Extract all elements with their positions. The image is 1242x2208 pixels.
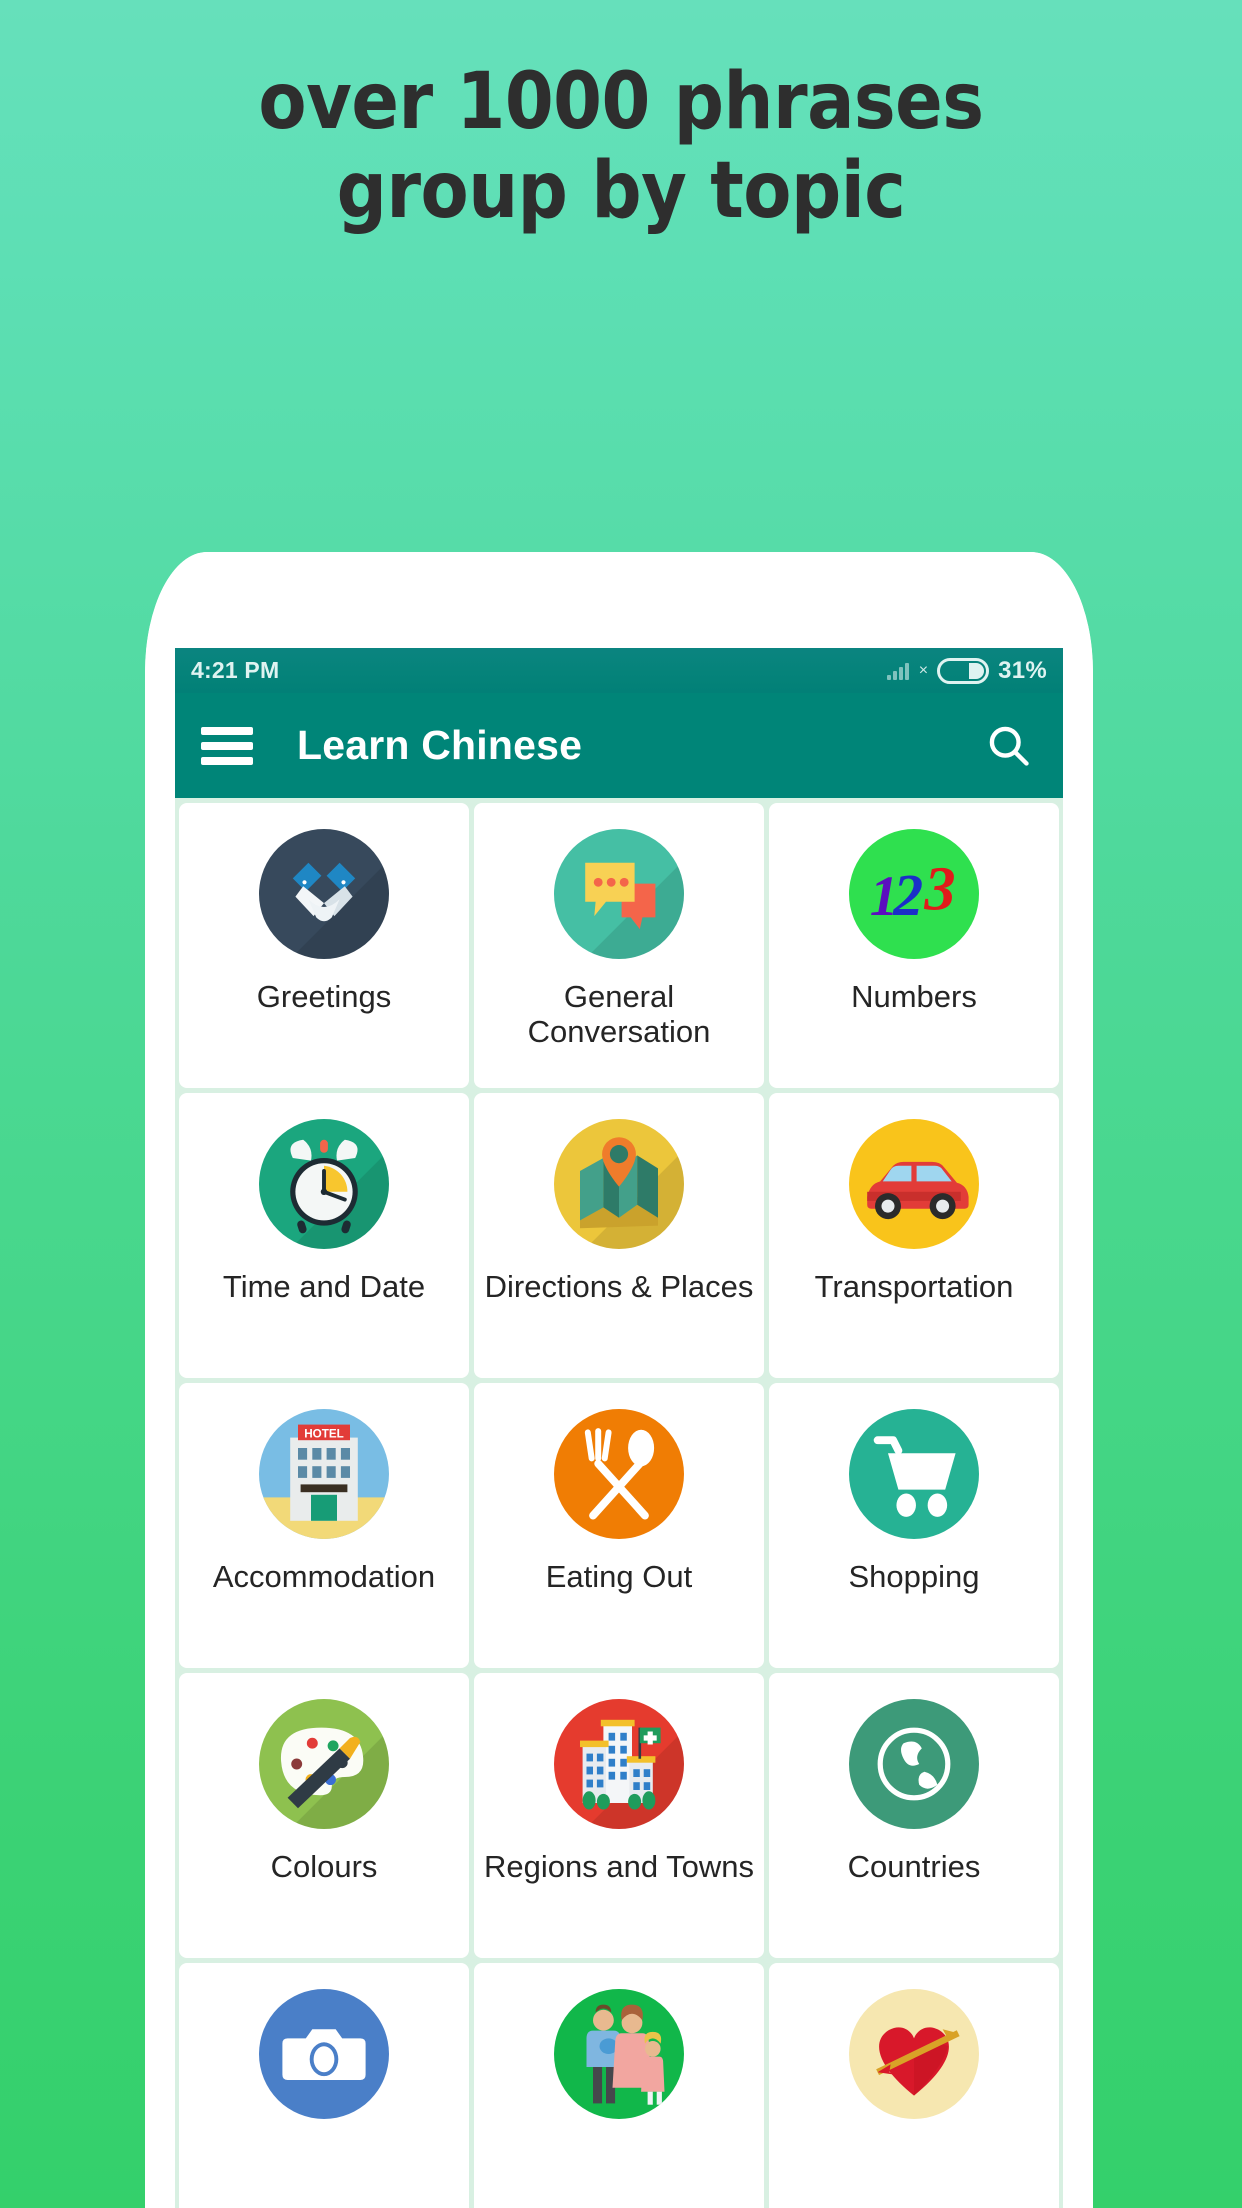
fork-spoon-icon: [554, 1409, 684, 1539]
category-tile-general-conversation[interactable]: General Conversation: [474, 803, 764, 1088]
category-grid: Greetings General Conversation 1 2 3 Num…: [175, 798, 1063, 2208]
hamburger-menu-icon[interactable]: [201, 726, 253, 765]
status-bar: 4:21 PM × 31%: [175, 648, 1063, 693]
search-icon[interactable]: [981, 718, 1037, 774]
category-tile-family[interactable]: [474, 1963, 764, 2208]
headline-line-1: over 1000 phrases: [258, 57, 984, 147]
status-bar-clock: 4:21 PM: [191, 657, 280, 683]
category-tile-colours[interactable]: Colours: [179, 1673, 469, 1958]
signal-bars-no-service-icon: [886, 662, 909, 680]
category-tile-transportation[interactable]: Transportation: [769, 1093, 1059, 1378]
battery-icon: [937, 657, 990, 684]
category-tile-countries[interactable]: Countries: [769, 1673, 1059, 1958]
city-buildings-icon: [554, 1699, 684, 1829]
battery-percent-label: 31%: [998, 656, 1047, 684]
category-label: Regions and Towns: [484, 1849, 754, 1884]
no-service-x-icon: ×: [918, 661, 929, 679]
phone-screen: 4:21 PM × 31% Learn Chinese Greetings Ge…: [175, 648, 1063, 2208]
svg-text:3: 3: [923, 855, 955, 924]
category-label: Countries: [847, 1849, 981, 1884]
chat-bubbles-icon: [554, 829, 684, 959]
category-tile-shopping[interactable]: Shopping: [769, 1383, 1059, 1668]
category-label: Shopping: [848, 1559, 980, 1594]
category-label: Eating Out: [545, 1559, 693, 1594]
shopping-cart-icon: [849, 1409, 979, 1539]
category-label: Greetings: [256, 979, 392, 1014]
app-bar: Learn Chinese: [175, 693, 1063, 798]
category-tile-eating-out[interactable]: Eating Out: [474, 1383, 764, 1668]
category-tile-numbers[interactable]: 1 2 3 Numbers: [769, 803, 1059, 1088]
family-icon: [554, 1989, 684, 2119]
category-label: General Conversation: [527, 979, 711, 1050]
category-tile-greetings[interactable]: Greetings: [179, 803, 469, 1088]
alarm-clock-icon: [259, 1119, 389, 1249]
car-icon: [849, 1119, 979, 1249]
category-label: Transportation: [814, 1269, 1014, 1304]
phone-mockup: 4:21 PM × 31% Learn Chinese Greetings Ge…: [145, 552, 1093, 2208]
category-label: Accommodation: [212, 1559, 436, 1594]
category-tile-time-and-date[interactable]: Time and Date: [179, 1093, 469, 1378]
camera-icon: [259, 1989, 389, 2119]
numbers-123-icon: 1 2 3: [849, 829, 979, 959]
promo-headline: over 1000 phrases group by topic: [0, 58, 1242, 236]
category-label: Numbers: [851, 979, 977, 1014]
globe-icon: [849, 1699, 979, 1829]
page-title: Learn Chinese: [297, 722, 583, 768]
handshake-icon: [259, 829, 389, 959]
category-tile-photography[interactable]: [179, 1963, 469, 2208]
category-tile-directions-and-places[interactable]: Directions & Places: [474, 1093, 764, 1378]
map-pin-icon: [554, 1119, 684, 1249]
headline-line-2: group by topic: [336, 145, 906, 236]
heart-arrow-icon: [849, 1989, 979, 2119]
category-label: Time and Date: [222, 1269, 426, 1304]
category-label: Directions & Places: [484, 1269, 754, 1304]
category-tile-accommodation[interactable]: HOTEL Accommodation: [179, 1383, 469, 1668]
svg-text:HOTEL: HOTEL: [304, 1428, 344, 1441]
category-label: Colours: [270, 1849, 378, 1884]
category-tile-romance[interactable]: [769, 1963, 1059, 2208]
paint-palette-icon: [259, 1699, 389, 1829]
svg-text:2: 2: [892, 862, 923, 928]
hotel-building-icon: HOTEL: [259, 1409, 389, 1539]
category-tile-regions-and-towns[interactable]: Regions and Towns: [474, 1673, 764, 1958]
